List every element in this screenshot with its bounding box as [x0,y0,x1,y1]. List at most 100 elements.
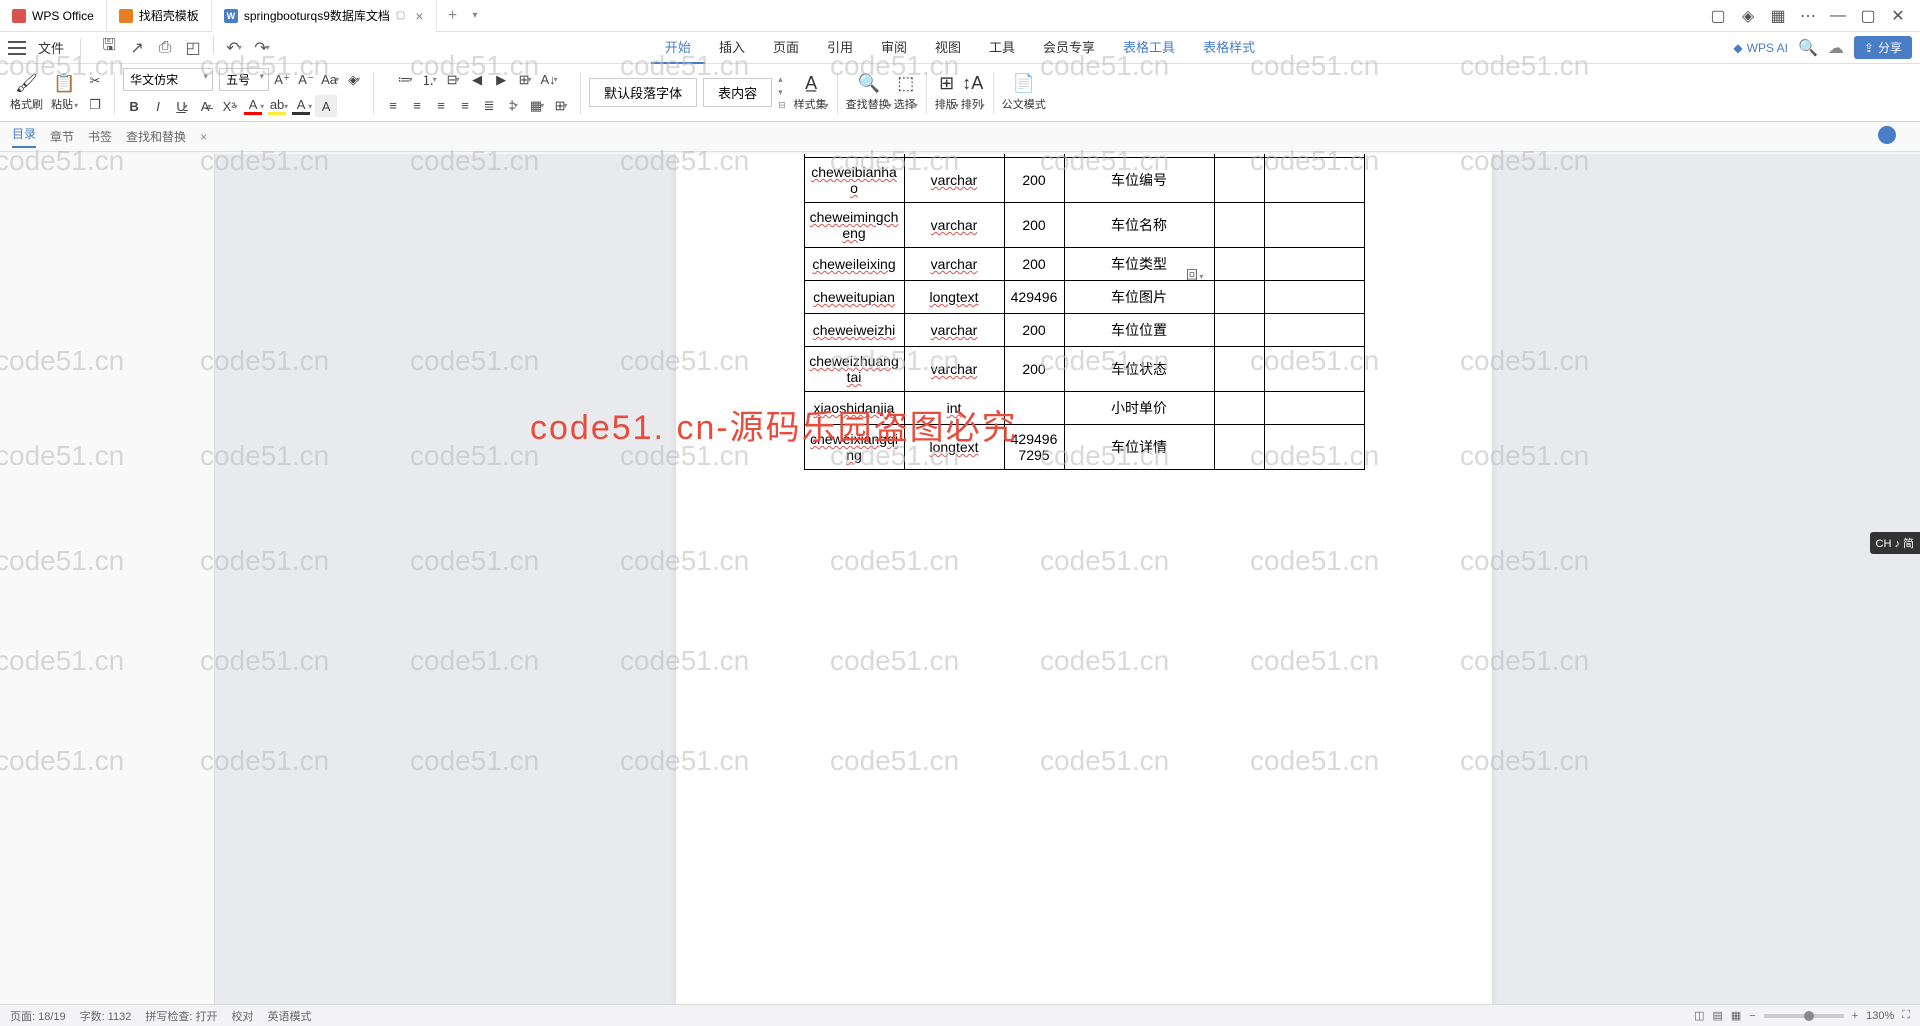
table-cell[interactable]: cheweibianhao [804,158,904,203]
tab-start[interactable]: 开始 [651,32,705,64]
tab-view[interactable]: 视图 [921,32,975,64]
table-cell[interactable] [1214,314,1264,347]
clear-format-icon[interactable]: ◈▾ [343,69,365,91]
font-size-select[interactable]: 五号 [219,68,269,91]
copy-icon[interactable]: ❐ [84,94,106,116]
shading-icon[interactable]: ▦▾ [526,95,548,117]
table-cell[interactable] [1264,392,1364,425]
tab-page[interactable]: 页面 [759,32,813,64]
outline-tab-findreplace[interactable]: 查找和替换 [126,128,186,145]
status-words[interactable]: 字数: 1132 [80,1008,132,1024]
minimize-button[interactable]: — [1824,4,1852,28]
bold-button[interactable]: B [123,95,145,117]
table-cell[interactable]: 车位图片 [1064,281,1214,314]
align-left-icon[interactable]: ≡ [382,95,404,117]
table-row[interactable]: cheweiweizhivarchar200车位位置 [804,314,1364,347]
table-cell[interactable]: 小时单价 [1064,392,1214,425]
undo-icon[interactable]: ↶▾ [222,36,246,60]
view-mode-icon[interactable]: ▦ [1731,1009,1741,1022]
outline-close-icon[interactable]: × [200,130,207,144]
format-painter-button[interactable]: 🖌格式刷 [10,73,43,112]
style-scroll-down-icon[interactable]: ▾ [778,87,786,98]
outline-tab-bookmark[interactable]: 书签 [88,128,112,145]
new-tab-button[interactable]: + [437,7,469,25]
export-icon[interactable]: ↗ [125,36,149,60]
tab-member[interactable]: 会员专享 [1029,32,1109,64]
table-cell[interactable]: 200 [1004,203,1064,248]
find-replace-button[interactable]: 🔍查找替换▾ [846,73,892,112]
search-icon[interactable]: 🔍 [1798,38,1818,58]
strikethrough-button[interactable]: A̶▾ [195,95,217,117]
status-proof[interactable]: 校对 [232,1008,254,1024]
table-cell[interactable]: cheweimingcheng [804,203,904,248]
save-icon[interactable]: 🖫 [97,36,121,60]
table-cell[interactable] [1264,425,1364,470]
tab-insert[interactable]: 插入 [705,32,759,64]
cube-icon[interactable]: ◈ [1734,4,1762,28]
increase-font-icon[interactable]: A⁺ [271,69,293,91]
style-default-para[interactable]: 默认段落字体 [589,78,697,107]
text-color-button[interactable]: A▾ [291,95,313,117]
table-cell[interactable] [1264,248,1364,281]
close-icon[interactable]: × [415,8,423,24]
font-color-button[interactable]: A▾ [243,95,265,117]
table-cell[interactable]: 429496 [1004,281,1064,314]
print-preview-icon[interactable]: ◰ [181,36,205,60]
close-button[interactable]: ✕ [1884,4,1912,28]
status-read[interactable]: 英语模式 [268,1008,312,1024]
table-cell[interactable]: 车位编号 [1064,158,1214,203]
underline-button[interactable]: U▾ [171,95,193,117]
align-right-icon[interactable]: ≡ [430,95,452,117]
grid-icon[interactable]: ▦ [1764,4,1792,28]
italic-button[interactable]: I [147,95,169,117]
zoom-value[interactable]: 130% [1866,1010,1894,1022]
table-row[interactable]: cheweitupianlongtext429496车位图片 [804,281,1364,314]
table-cell[interactable]: 200 [1004,248,1064,281]
table-marker-icon[interactable]: 回 ▾ [1186,266,1203,283]
tab-tools[interactable]: 工具 [975,32,1029,64]
decrease-indent-icon[interactable]: ◀ [466,69,488,91]
align-distribute-icon[interactable]: ≣ [478,95,500,117]
align-justify-icon[interactable]: ≡ [454,95,476,117]
tab-templates[interactable]: 找稻壳模板 [107,0,212,32]
doc-mode-button[interactable]: 📄公文模式 [1002,73,1046,112]
table-cell[interactable]: 车位位置 [1064,314,1214,347]
sort-icon[interactable]: A↓▾ [538,69,560,91]
table-cell[interactable]: 车位详情 [1064,425,1214,470]
increase-indent-icon[interactable]: ▶ [490,69,512,91]
table-row[interactable]: cheweimingchengvarchar200车位名称 [804,203,1364,248]
zoom-in-icon[interactable]: + [1852,1010,1858,1022]
zoom-slider[interactable] [1764,1014,1844,1018]
tab-wps-home[interactable]: WPS Office [0,0,107,32]
tab-reference[interactable]: 引用 [813,32,867,64]
table-cell[interactable]: longtext [904,281,1004,314]
border-icon[interactable]: ⊞▾ [550,95,572,117]
menu-icon[interactable]: ⋯ [1794,4,1822,28]
zoom-out-icon[interactable]: − [1749,1010,1755,1022]
document-page[interactable]: 回 ▾ quyuvarchar200区域cheweibianhaovarchar… [676,154,1492,1026]
superscript-button[interactable]: X²▾ [219,95,241,117]
decrease-font-icon[interactable]: A⁻ [295,69,317,91]
table-cell[interactable]: varchar [904,314,1004,347]
window-compact-icon[interactable]: ▢ [1704,4,1732,28]
font-family-select[interactable]: 华文仿宋 [123,68,213,91]
status-page[interactable]: 页面: 18/19 [10,1008,66,1024]
table-cell[interactable]: cheweitupian [804,281,904,314]
share-button[interactable]: ⇪ 分享 [1854,36,1912,59]
tab-document[interactable]: W springbooturqs9数据库文档 ▢ × [212,0,437,32]
file-menu[interactable]: 文件 [30,38,72,57]
table-cell[interactable]: 车位状态 [1064,347,1214,392]
outline-tab-toc[interactable]: 目录 [12,125,36,148]
table-cell[interactable] [1214,203,1264,248]
multilevel-list-icon[interactable]: ⊟▾ [442,69,464,91]
view-mode-icon[interactable]: ▤ [1712,1009,1722,1022]
tab-menu-icon[interactable]: ▾ [473,10,478,21]
table-cell[interactable]: cheweiweizhi [804,314,904,347]
table-cell[interactable] [1264,281,1364,314]
outline-tab-chapter[interactable]: 章节 [50,128,74,145]
table-cell[interactable]: varchar [904,347,1004,392]
redo-icon[interactable]: ↷▾ [250,36,274,60]
location-marker-icon[interactable] [1878,126,1896,144]
wps-ai-button[interactable]: ◆ WPS AI [1733,41,1788,55]
status-spell[interactable]: 拼写检查: 打开 [145,1008,217,1024]
